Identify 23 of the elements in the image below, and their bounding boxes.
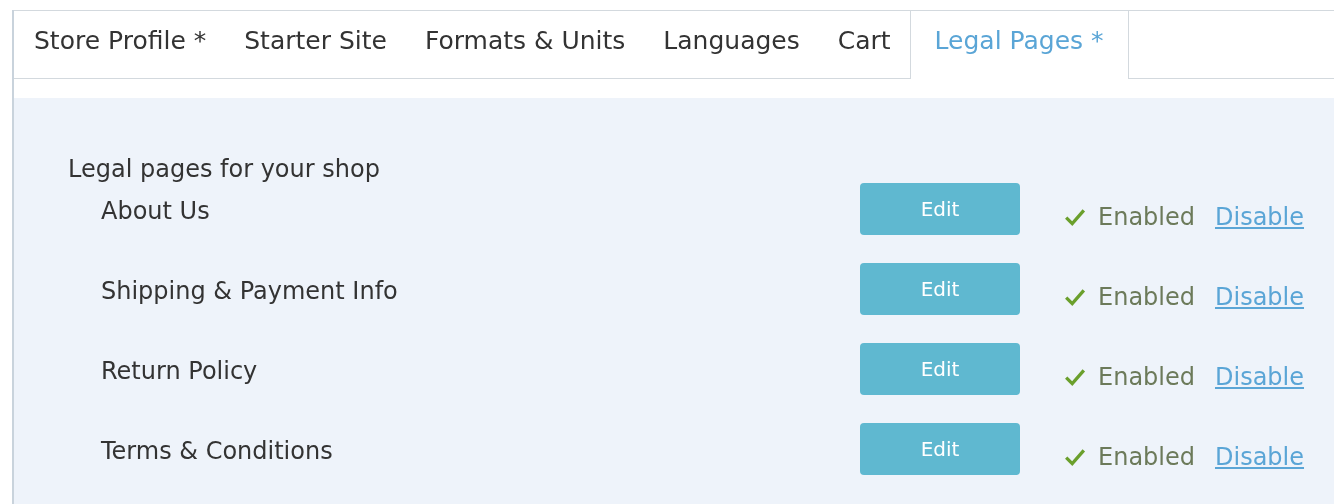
tab[interactable]: Store Profile * [14,11,226,78]
disable-link[interactable]: Disable [1215,363,1304,391]
status-text: Enabled [1098,203,1195,231]
page-name: About Us [100,196,211,227]
tab[interactable]: Formats & Units [405,11,645,78]
edit-button[interactable]: Edit [860,423,1020,475]
edit-button[interactable]: Edit [860,183,1020,235]
tab[interactable]: Cart [818,11,910,78]
tab[interactable]: Legal Pages * [909,11,1129,79]
page-name: Shipping & Payment Info [100,276,399,307]
status-text: Enabled [1098,283,1195,311]
status-text: Enabled [1098,363,1195,391]
tab[interactable]: Starter Site [225,11,406,78]
edit-button[interactable]: Edit [860,263,1020,315]
disable-link[interactable]: Disable [1215,203,1304,231]
edit-button[interactable]: Edit [860,343,1020,395]
page-name: Return Policy [100,356,259,387]
status-text: Enabled [1098,443,1195,471]
section-heading: Legal pages for your shop [68,154,381,185]
tab[interactable]: Languages [644,11,819,78]
page-name: Terms & Conditions [100,436,334,467]
disable-link[interactable]: Disable [1215,443,1304,471]
disable-link[interactable]: Disable [1215,283,1304,311]
